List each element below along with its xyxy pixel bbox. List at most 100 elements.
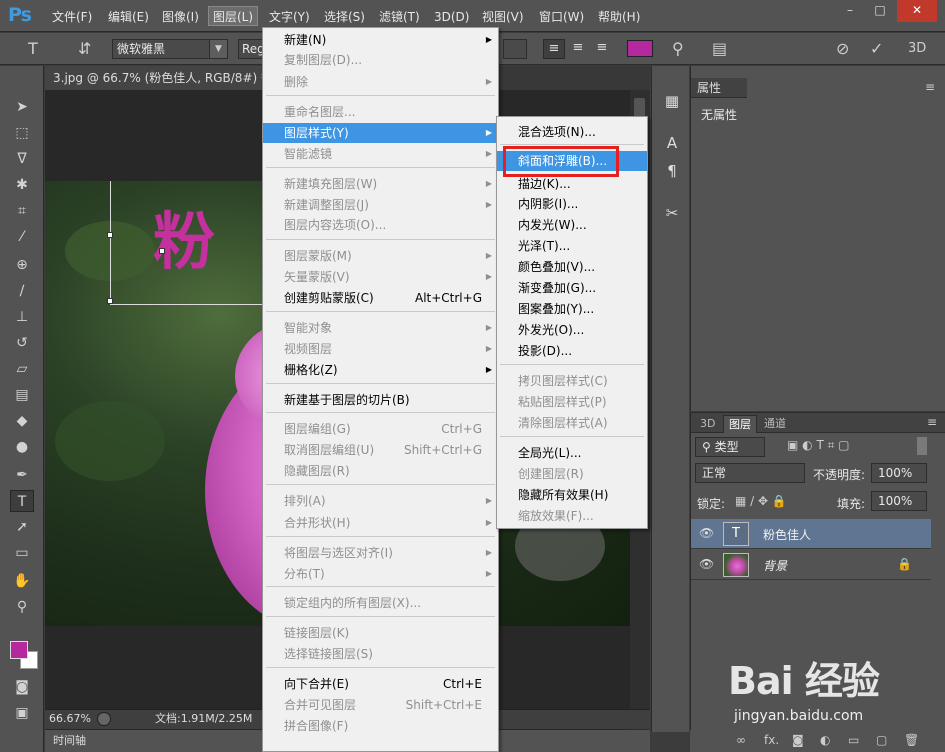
eye-icon[interactable]: 👁 [699,526,714,540]
menu-item[interactable]: 创建图层(R) [497,464,647,484]
adjustment-icon[interactable]: ◐ [820,733,830,747]
menu-item[interactable]: 重命名图层... [263,102,498,122]
foreground-color-swatch[interactable] [10,641,28,659]
align-left-icon[interactable]: ≡ [543,39,565,59]
menu-item[interactable]: 拼合图像(F) [263,716,498,736]
menu-item[interactable]: 混合选项(N)... [497,122,647,142]
path-select-icon[interactable]: ➚ [10,516,34,538]
menu-item[interactable]: 图层样式(Y) ▶ [263,123,498,143]
blend-mode-select[interactable]: 正常 [695,463,805,483]
dodge-tool-icon[interactable]: ● [10,436,34,458]
warp-text-icon[interactable]: ⚲ [672,39,684,58]
menu-item[interactable]: 外发光(O)... [497,320,647,340]
screen-mode-icon[interactable]: ▣ [10,702,34,724]
menu-type[interactable]: 文字(Y) [265,7,314,27]
menu-filter[interactable]: 滤镜(T) [375,7,424,27]
move-tool-icon[interactable]: ➤ [10,96,34,118]
filter-toggle[interactable] [917,437,927,455]
menu-edit[interactable]: 编辑(E) [104,7,153,27]
fill-input[interactable]: 100% [871,491,927,511]
layer-filter-select[interactable]: ⚲ 类型 [695,437,765,457]
menu-item[interactable]: 图层内容选项(O)... [263,215,498,235]
menu-item[interactable]: 颜色叠加(V)... [497,257,647,277]
minimize-button[interactable]: – [835,0,865,22]
document-tab[interactable]: 3.jpg @ 66.7% (粉色佳人, RGB/8#) * [45,66,267,90]
menu-item[interactable]: 图层编组(G) Ctrl+G [263,419,498,439]
quick-mask-icon[interactable]: ◙ [10,676,34,698]
menu-window[interactable]: 窗口(W) [535,7,588,27]
character-panel-icon[interactable]: A [661,132,683,154]
menu-item[interactable]: 图层蒙版(M) ▶ [263,246,498,266]
menu-file[interactable]: 文件(F) [48,7,96,27]
new-group-icon[interactable]: ▭ [848,733,859,747]
menu-item[interactable]: 合并可见图层 Shift+Ctrl+E [263,695,498,715]
layer-row-background[interactable]: 👁 背景 🔒 [691,550,931,580]
lock-icons[interactable]: ▦ ∕ ✥ 🔒 [735,494,787,508]
eye-icon[interactable]: 👁 [699,557,714,571]
link-layers-icon[interactable]: ∞ [736,733,746,747]
stamp-tool-icon[interactable]: ⊥ [10,306,34,328]
menu-item[interactable]: 选择链接图层(S) [263,644,498,664]
tab-3d[interactable]: 3D [695,415,720,433]
commit-check-icon[interactable]: ✓ [870,39,883,58]
menu-item[interactable]: 内阴影(I)... [497,194,647,214]
menu-item[interactable]: 粘贴图层样式(P) [497,392,647,412]
blur-tool-icon[interactable]: ◆ [10,410,34,432]
menu-item[interactable]: 取消图层编组(U) Shift+Ctrl+G [263,440,498,460]
tool-presets-icon[interactable]: ✂ [661,202,683,224]
menu-item[interactable]: 视频图层 ▶ [263,339,498,359]
menu-item[interactable]: 新建(N) ▶ [263,30,498,50]
menu-item[interactable]: 合并形状(H) ▶ [263,513,498,533]
eraser-icon[interactable]: ▱ [10,358,34,380]
menu-item[interactable]: 全局光(L)... [497,443,647,463]
fx-icon[interactable]: fx. [764,733,779,747]
filter-pixel-icon[interactable]: ▣ ◐ T ⌗ ▢ [787,438,850,453]
zoom-tool-icon[interactable]: ⚲ [10,596,34,618]
healing-brush-icon[interactable]: ⊕ [10,254,34,276]
menu-item[interactable]: 光泽(T)... [497,236,647,256]
new-layer-icon[interactable]: ▢ [876,733,887,747]
type-tool-icon[interactable]: T [28,39,38,58]
layer-row-text[interactable]: 👁 T 粉色佳人 [691,519,931,549]
history-brush-icon[interactable]: ↺ [10,332,34,354]
menu-item[interactable]: 新建基于图层的切片(B) [263,390,498,410]
menu-item[interactable]: 分布(T) ▶ [263,564,498,584]
layer-name[interactable]: 粉色佳人 [763,526,811,543]
menu-item[interactable]: 智能对象 ▶ [263,318,498,338]
menu-select[interactable]: 选择(S) [320,7,369,27]
cancel-icon[interactable]: ⊘ [836,39,849,58]
type-tool-icon[interactable]: T [10,490,34,512]
crop-tool-icon[interactable]: ⌗ [10,200,34,222]
paragraph-panel-icon[interactable]: ¶ [661,160,683,182]
menu-item[interactable]: 描边(K)... [497,174,647,194]
tab-channels[interactable]: 通道 [759,415,791,433]
menu-item[interactable]: 缩放效果(F)... [497,506,647,526]
font-family-select[interactable]: 微软雅黑 ▼ [112,39,228,59]
zoom-level[interactable]: 66.67% [49,710,91,728]
font-style-select[interactable]: Regular [238,39,264,59]
menu-image[interactable]: 图像(I) [158,7,203,27]
add-mask-icon[interactable]: ◙ [792,733,804,747]
text-color-swatch[interactable] [627,40,653,57]
character-panel-icon[interactable]: ▤ [712,39,727,58]
menu-item[interactable]: 拷贝图层样式(C) [497,371,647,391]
history-panel-icon[interactable]: ▦ [661,90,683,112]
tab-layers[interactable]: 图层 [723,415,757,433]
menu-item[interactable]: 智能滤镜 ▶ [263,144,498,164]
menu-item[interactable]: 删除 ▶ [263,72,498,92]
menu-help[interactable]: 帮助(H) [594,7,644,27]
menu-item[interactable]: 排列(A) ▶ [263,491,498,511]
menu-item[interactable]: 向下合并(E) Ctrl+E [263,674,498,694]
menu-item[interactable]: 新建填充图层(W) ▶ [263,174,498,194]
menu-item[interactable]: 创建剪贴蒙版(C) Alt+Ctrl+G [263,288,498,308]
properties-tab[interactable]: 属性 [691,78,747,98]
menu-item[interactable]: 复制图层(D)... [263,50,498,70]
menu-item[interactable]: 图案叠加(Y)... [497,299,647,319]
menu-item[interactable]: 投影(D)... [497,341,647,361]
trash-icon[interactable]: 🗑 [904,733,919,747]
hand-tool-icon[interactable]: ✋ [10,570,34,592]
status-menu-icon[interactable] [97,712,111,726]
menu-item[interactable]: 链接图层(K) [263,623,498,643]
menu-item[interactable]: 锁定组内的所有图层(X)... [263,593,498,613]
close-button[interactable]: ✕ [897,0,937,22]
